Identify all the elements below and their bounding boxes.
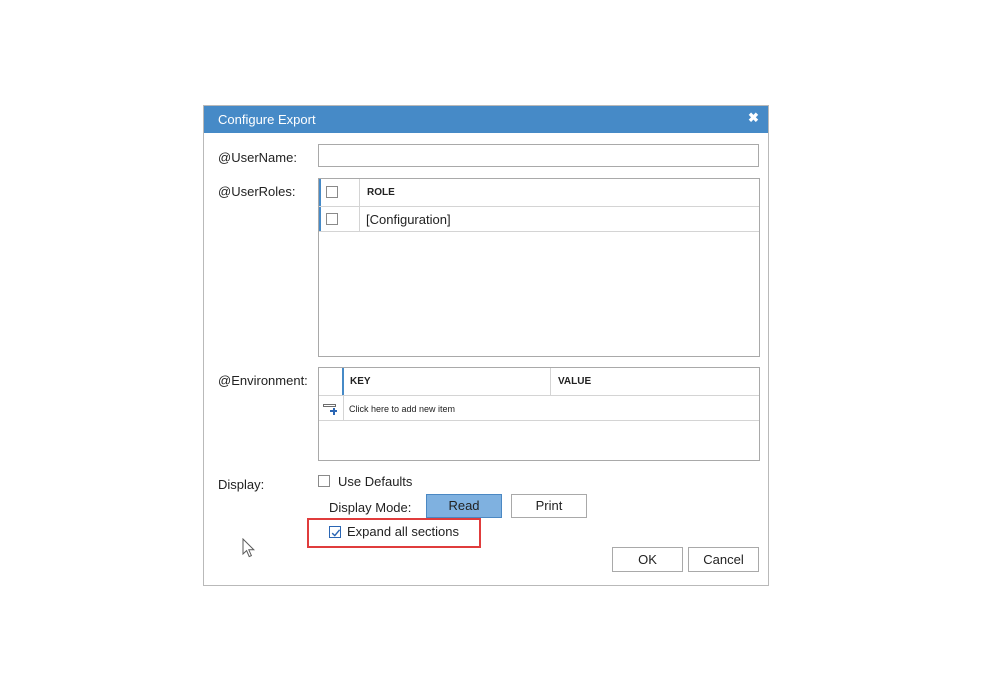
userroles-grid: ROLE [Configuration] [318,178,760,357]
ok-button[interactable]: OK [612,547,683,572]
read-mode-button[interactable]: Read [426,494,502,518]
dialog-titlebar: Configure Export ✖ [204,106,768,133]
header-select-all-checkbox[interactable] [326,186,338,198]
environment-grid: KEY VALUE Click here to add new item [318,367,760,461]
row-checkbox[interactable] [326,213,338,225]
display-label: Display: [218,477,265,492]
environment-label: @Environment: [218,373,308,388]
header-indicator-cell [319,368,344,395]
row-checkbox-cell [319,207,360,231]
username-label: @UserName: [218,150,297,165]
add-new-item-text[interactable]: Click here to add new item [349,404,455,414]
close-icon[interactable]: ✖ [747,111,760,125]
dialog-title: Configure Export [218,112,316,127]
key-column-cell: KEY [344,368,551,395]
column-header-value[interactable]: VALUE [558,376,591,387]
use-defaults-checkbox[interactable] [318,475,330,487]
userroles-label: @UserRoles: [218,184,296,199]
add-new-item-row[interactable]: Click here to add new item [319,396,759,421]
expand-all-checkbox[interactable] [329,526,341,538]
header-checkbox-cell [319,179,360,206]
column-header-key[interactable]: KEY [350,376,371,387]
username-input[interactable] [318,144,759,167]
add-row-icon[interactable] [323,403,339,415]
table-row[interactable]: [Configuration] [319,207,759,232]
environment-header-row: KEY VALUE [319,368,759,396]
use-defaults-label[interactable]: Use Defaults [338,474,412,489]
add-icon-cell [319,396,344,420]
expand-all-label[interactable]: Expand all sections [347,524,459,539]
print-mode-button[interactable]: Print [511,494,587,518]
display-mode-label: Display Mode: [329,500,412,515]
column-header-role[interactable]: ROLE [367,187,395,198]
role-cell: [Configuration] [366,212,451,227]
mouse-cursor-icon [242,538,256,558]
userroles-header-row: ROLE [319,179,759,207]
configure-export-dialog: Configure Export ✖ @UserName: @UserRoles… [203,105,769,586]
cancel-button[interactable]: Cancel [688,547,759,572]
